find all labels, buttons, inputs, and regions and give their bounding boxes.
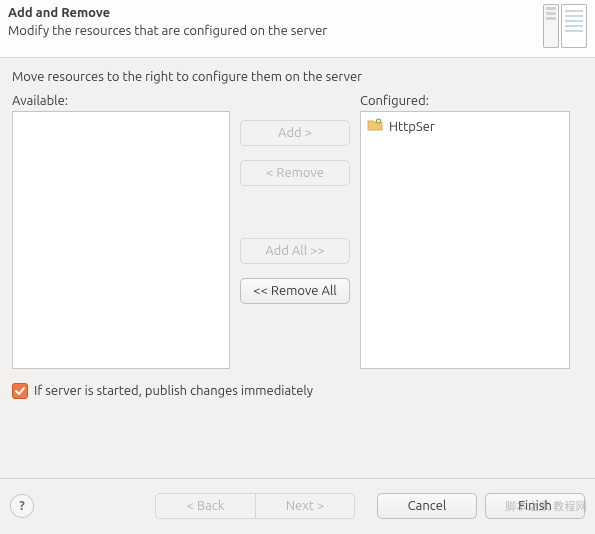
transfer-buttons: Add > < Remove Add All >> << Remove All (240, 94, 350, 304)
publish-checkbox-label: If server is started, publish changes im… (34, 384, 313, 398)
server-icon (543, 4, 591, 52)
wizard-body: Move resources to the right to configure… (0, 58, 595, 478)
remove-button[interactable]: < Remove (240, 160, 350, 186)
add-all-button[interactable]: Add All >> (240, 238, 350, 264)
publish-checkbox-row[interactable]: If server is started, publish changes im… (12, 383, 583, 399)
available-column: Available: (12, 94, 230, 369)
back-button[interactable]: < Back (155, 493, 255, 519)
project-icon (367, 117, 383, 136)
configured-list[interactable]: HttpSer (360, 111, 570, 369)
wizard-header: Add and Remove Modify the resources that… (0, 0, 595, 58)
next-button[interactable]: Next > (255, 493, 355, 519)
configured-column: Configured: HttpSer (360, 94, 570, 369)
checkbox-checked-icon[interactable] (12, 383, 28, 399)
remove-all-button[interactable]: << Remove All (240, 278, 350, 304)
list-item-label: HttpSer (389, 120, 435, 134)
finish-button[interactable]: Finish (485, 493, 585, 519)
instruction-text: Move resources to the right to configure… (12, 70, 583, 84)
available-list[interactable] (12, 111, 230, 369)
wizard-footer: ? < Back Next > Cancel Finish 脚本之家 教程网 (0, 478, 595, 533)
page-subtitle: Modify the resources that are configured… (8, 24, 587, 38)
page-title: Add and Remove (8, 6, 587, 20)
configured-label: Configured: (360, 94, 570, 108)
list-item[interactable]: HttpSer (365, 116, 565, 137)
available-label: Available: (12, 94, 230, 108)
add-button[interactable]: Add > (240, 120, 350, 146)
cancel-button[interactable]: Cancel (377, 493, 477, 519)
help-icon: ? (19, 499, 25, 513)
help-button[interactable]: ? (10, 494, 34, 518)
